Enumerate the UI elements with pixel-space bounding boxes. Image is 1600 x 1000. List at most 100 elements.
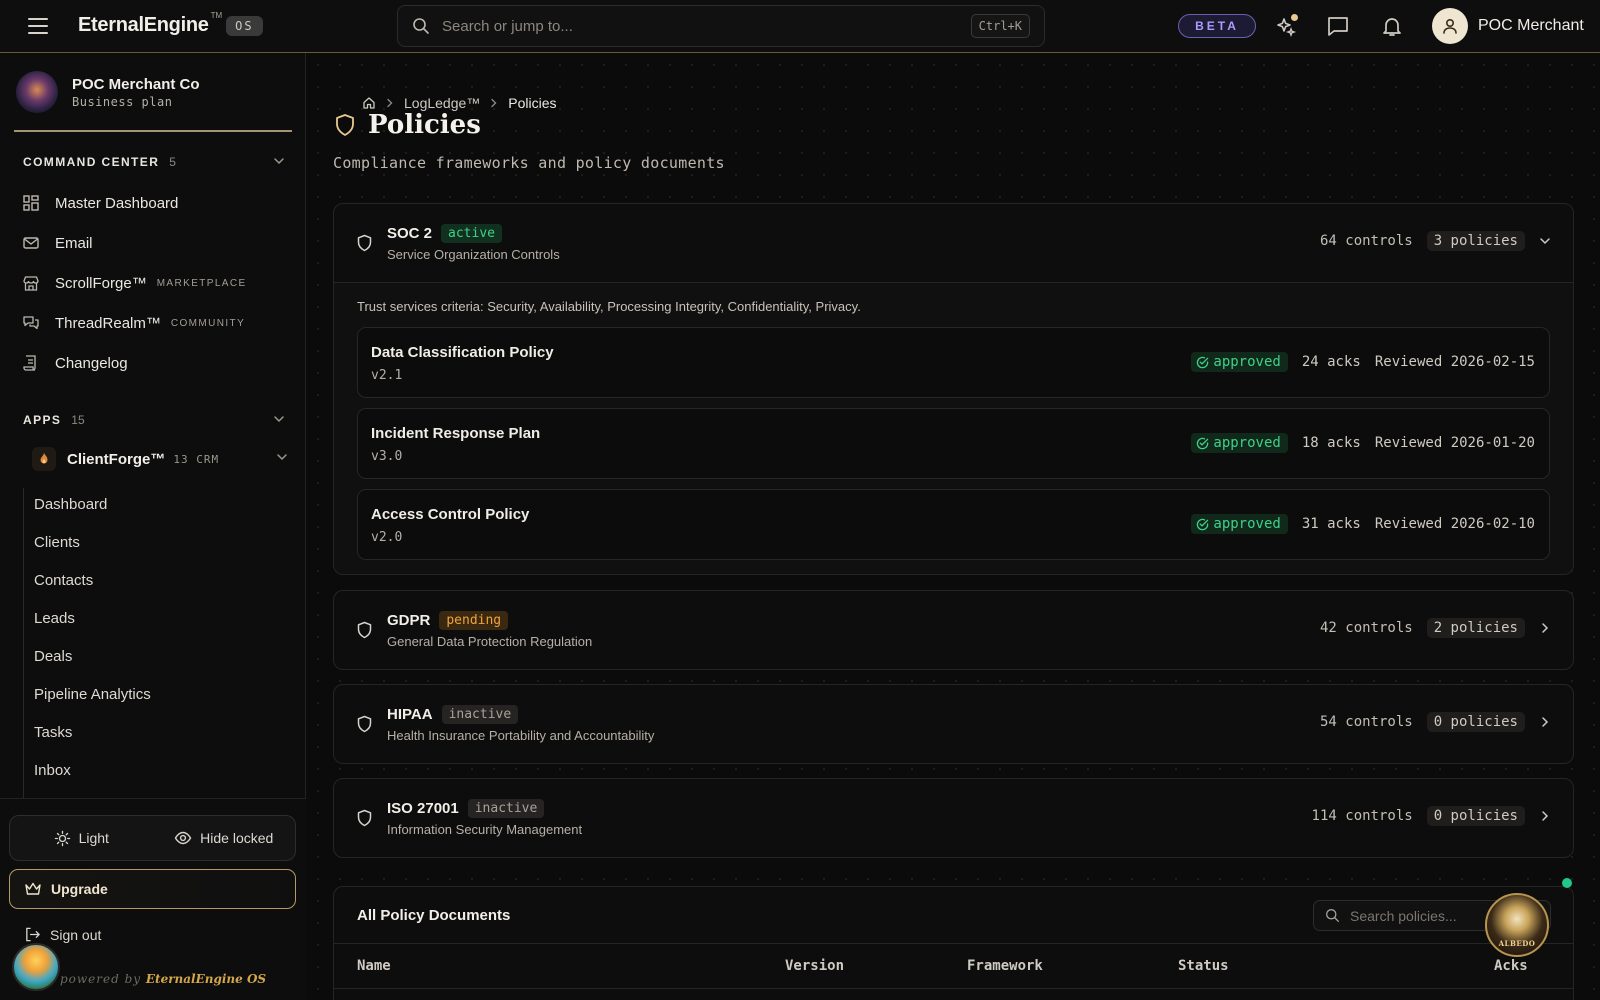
chevron-right-icon	[1539, 716, 1551, 728]
approved-label: approved	[1213, 354, 1281, 370]
subnav-tasks[interactable]: Tasks	[34, 724, 72, 741]
menu-icon[interactable]	[26, 16, 50, 36]
subnav-inbox[interactable]: Inbox	[34, 762, 71, 779]
chevron-down-icon	[1539, 235, 1551, 247]
nav-tag: COMMUNITY	[170, 317, 246, 329]
subnav-pipeline-analytics[interactable]: Pipeline Analytics	[34, 686, 151, 703]
column-header-acks[interactable]: Acks	[1494, 958, 1528, 974]
check-circle-icon	[1196, 437, 1213, 450]
hide-locked-label: Hide locked	[200, 830, 274, 846]
policies-count: 0 policies	[1426, 712, 1525, 732]
section-command-center[interactable]: COMMAND CENTER 5	[23, 155, 285, 169]
sun-icon	[54, 830, 79, 847]
powered-prefix: powered by	[60, 972, 142, 986]
framework-description: Service Organization Controls	[387, 247, 560, 262]
section-count: 5	[169, 155, 176, 169]
chevron-right-icon	[1539, 810, 1551, 822]
org-switcher[interactable]: POC Merchant Co Business plan	[16, 71, 200, 113]
nav-scrollforge[interactable]: ScrollForge™ MARKETPLACE	[22, 271, 247, 295]
shortcut-hint: Ctrl+K	[970, 14, 1030, 38]
app-meta: 13 CRM	[173, 452, 220, 466]
main-content: LogLedge™ Policies Policies Compliance f…	[307, 54, 1600, 1000]
shield-icon	[356, 809, 373, 827]
theme-toggle-button[interactable]: Light	[10, 830, 153, 847]
sign-out-button[interactable]: Sign out	[24, 926, 101, 943]
nav-master-dashboard[interactable]: Master Dashboard	[22, 191, 178, 215]
nav-changelog[interactable]: Changelog	[22, 351, 128, 375]
all-policy-documents-card: All Policy Documents Search policies... …	[333, 886, 1574, 1000]
island-avatar[interactable]	[12, 943, 60, 991]
app-name: ClientForge™	[67, 450, 166, 468]
subnav-clients[interactable]: Clients	[34, 534, 80, 551]
display-toggles: Light Hide locked	[9, 815, 296, 861]
approved-label: approved	[1213, 516, 1281, 532]
messages-icon	[22, 314, 40, 332]
nav-label: ScrollForge™	[55, 274, 147, 292]
brand-logo[interactable]: EternalEngine TM OS	[78, 11, 263, 37]
nav-tag: MARKETPLACE	[156, 277, 247, 289]
mail-icon	[22, 234, 40, 252]
app-clientforge[interactable]: ClientForge™ 13 CRM	[32, 445, 288, 473]
review-date: Reviewed 2026-02-10	[1374, 516, 1535, 532]
user-menu[interactable]: POC Merchant	[1432, 8, 1584, 44]
nav-email[interactable]: Email	[22, 231, 93, 255]
subnav-deals[interactable]: Deals	[34, 648, 72, 665]
home-icon[interactable]	[362, 96, 376, 110]
subnav-leads[interactable]: Leads	[34, 610, 75, 627]
breadcrumb-logledge[interactable]: LogLedge™	[404, 95, 480, 111]
brand-name: EternalEngine	[78, 14, 209, 36]
framework-header[interactable]: HIPAA inactive Health Insurance Portabil…	[334, 685, 1573, 763]
column-header-status[interactable]: Status	[1178, 958, 1229, 974]
nav-label: Changelog	[55, 354, 128, 372]
upgrade-button[interactable]: Upgrade	[9, 869, 296, 909]
policies-count: 2 policies	[1426, 618, 1525, 638]
column-header-version[interactable]: Version	[785, 958, 844, 974]
subnav-dashboard[interactable]: Dashboard	[34, 496, 107, 513]
approved-label: approved	[1213, 435, 1281, 451]
column-header-framework[interactable]: Framework	[967, 958, 1043, 974]
search-icon	[1325, 908, 1340, 923]
chevron-right-icon	[385, 98, 395, 108]
policy-name: Incident Response Plan	[371, 425, 541, 442]
acks-count: 18 acks	[1301, 435, 1361, 451]
flame-icon	[32, 447, 56, 471]
chat-icon[interactable]	[1326, 14, 1350, 38]
controls-count: 42 controls	[1319, 620, 1413, 636]
framework-header[interactable]: GDPR pending General Data Protection Reg…	[334, 591, 1573, 669]
search-icon	[412, 17, 430, 35]
status-badge: inactive	[441, 705, 519, 724]
theme-toggle-label: Light	[78, 830, 109, 846]
nav-threadrealm[interactable]: ThreadRealm™ COMMUNITY	[22, 311, 245, 335]
bell-icon[interactable]	[1380, 14, 1404, 38]
framework-description: Information Security Management	[387, 822, 583, 837]
policy-row[interactable]: Data Classification Policy v2.1 approved…	[357, 327, 1550, 398]
section-label: COMMAND CENTER	[23, 155, 160, 169]
review-date: Reviewed 2026-02-15	[1374, 354, 1535, 370]
framework-header[interactable]: ISO 27001 inactive Information Security …	[334, 779, 1573, 857]
acks-count: 24 acks	[1301, 354, 1361, 370]
check-circle-icon	[1196, 356, 1213, 369]
divider	[334, 988, 1573, 989]
docs-title: All Policy Documents	[357, 907, 511, 924]
global-search-input[interactable]: Search or jump to... Ctrl+K	[397, 5, 1045, 47]
chevron-down-icon	[273, 413, 285, 425]
check-circle-icon	[1196, 518, 1213, 531]
section-label: APPS	[23, 413, 62, 427]
nav-label: Email	[55, 234, 93, 252]
framework-card: HIPAA inactive Health Insurance Portabil…	[333, 684, 1574, 764]
hide-locked-button[interactable]: Hide locked	[153, 829, 296, 847]
framework-description: General Data Protection Regulation	[387, 634, 593, 649]
column-header-name[interactable]: Name	[357, 958, 391, 974]
policy-version: v2.1	[371, 368, 403, 383]
policy-row[interactable]: Access Control Policy v2.0 approved 31 a…	[357, 489, 1550, 560]
framework-body: Trust services criteria: Security, Avail…	[334, 282, 1573, 574]
user-name: POC Merchant	[1478, 17, 1584, 34]
framework-header[interactable]: SOC 2 active Service Organization Contro…	[334, 204, 1573, 282]
subnav-contacts[interactable]: Contacts	[34, 572, 93, 589]
sparkle-icon[interactable]	[1275, 14, 1299, 38]
scroll-icon	[22, 354, 40, 372]
org-logo	[16, 71, 58, 113]
section-apps[interactable]: APPS 15	[23, 413, 285, 427]
policy-version: v3.0	[371, 449, 403, 464]
policy-row[interactable]: Incident Response Plan v3.0 approved 18 …	[357, 408, 1550, 479]
